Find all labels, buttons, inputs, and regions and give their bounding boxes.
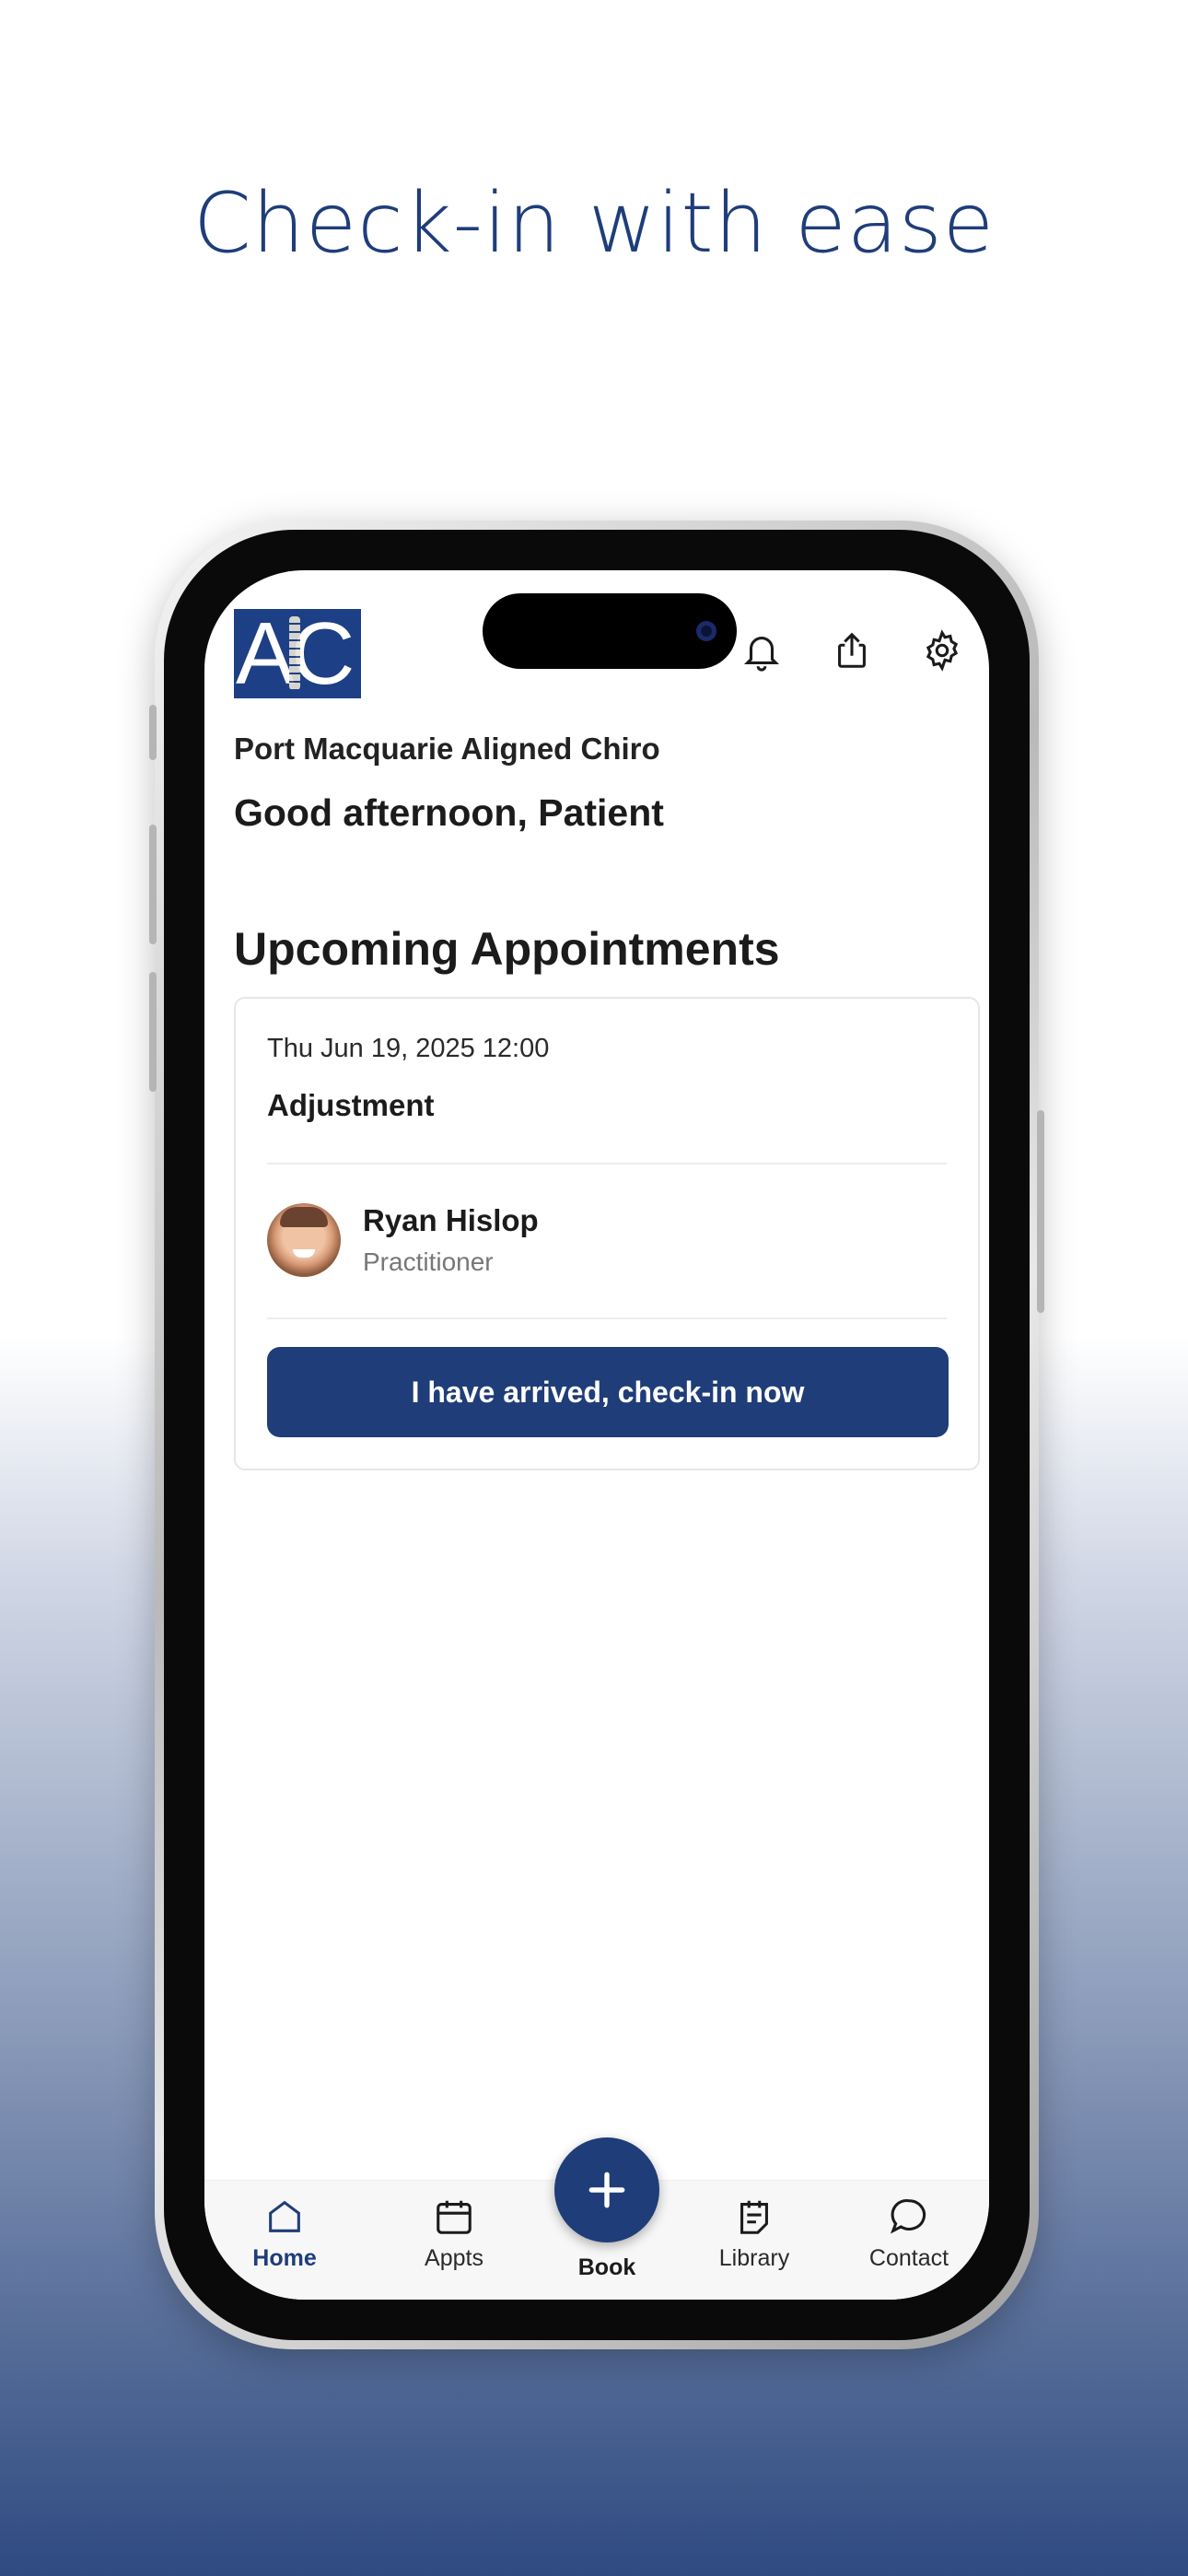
volume-down-button: [149, 972, 157, 1092]
tab-library[interactable]: Library: [685, 2195, 823, 2272]
gear-icon[interactable]: [917, 626, 967, 675]
chat-bubble-icon: [890, 2199, 926, 2234]
volume-up-button: [149, 825, 157, 944]
power-button: [1037, 1110, 1044, 1313]
greeting: Good afternoon, Patient: [234, 791, 664, 834]
tab-appts[interactable]: Appts: [385, 2195, 523, 2272]
appointment-card: Thu Jun 19, 2025 12:00 Adjustment Ryan H…: [234, 997, 980, 1470]
tab-library-label: Library: [718, 2245, 790, 2271]
calendar-icon: [437, 2200, 472, 2234]
phone-bezel: AC Port Macquarie Aligned Chiro Good aft: [164, 530, 1030, 2340]
clinic-name: Port Macquarie Aligned Chiro: [234, 732, 660, 766]
avatar-hair: [280, 1207, 328, 1227]
divider: [267, 1163, 947, 1165]
book-button[interactable]: [554, 2137, 659, 2242]
headline: Check-in with ease: [192, 175, 996, 272]
tab-home-label: Home: [252, 2245, 317, 2271]
tab-contact-label: Contact: [868, 2245, 949, 2271]
side-button: [149, 705, 157, 760]
spine-graphic: [289, 616, 300, 690]
avatar-smile: [293, 1249, 315, 1258]
book-label: Book: [577, 2254, 636, 2280]
dynamic-island: [483, 593, 737, 669]
tab-home[interactable]: Home: [215, 2195, 354, 2272]
clinic-logo: AC: [234, 609, 361, 698]
front-camera: [696, 621, 716, 641]
bell-icon[interactable]: [737, 626, 786, 675]
checkin-button[interactable]: I have arrived, check-in now: [267, 1347, 949, 1437]
practitioner-avatar: [267, 1203, 341, 1277]
practitioner-role: Practitioner: [363, 1247, 494, 1276]
section-title: Upcoming Appointments: [234, 923, 780, 975]
appointment-type: Adjustment: [267, 1088, 435, 1122]
practitioner-name: Ryan Hislop: [363, 1203, 539, 1237]
appointment-datetime: Thu Jun 19, 2025 12:00: [267, 1034, 550, 1063]
plus-icon: [588, 2172, 625, 2208]
phone-frame: AC Port Macquarie Aligned Chiro Good aft: [149, 521, 1044, 2349]
divider: [267, 1317, 947, 1319]
home-icon: [269, 2200, 300, 2232]
share-icon[interactable]: [827, 626, 877, 675]
tab-appts-label: Appts: [425, 2245, 483, 2271]
tab-contact[interactable]: Contact: [840, 2195, 978, 2272]
notepad-icon: [740, 2200, 768, 2234]
app-screen: AC Port Macquarie Aligned Chiro Good aft: [204, 570, 989, 2300]
